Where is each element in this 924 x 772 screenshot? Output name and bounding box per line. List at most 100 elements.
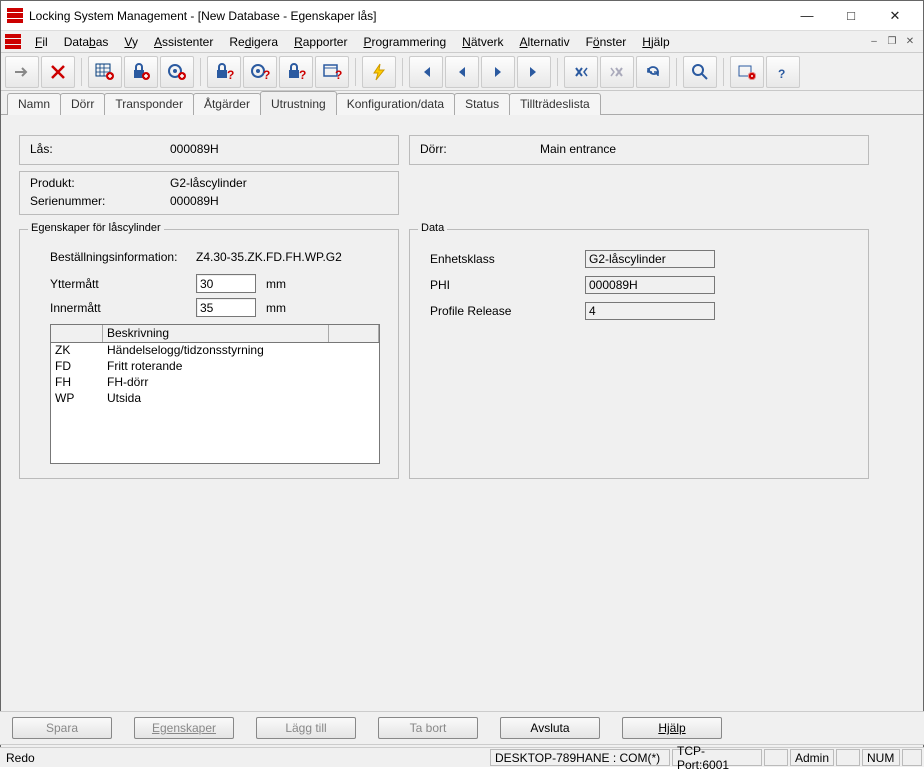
tb-cancel-icon[interactable]: [41, 56, 75, 88]
menu-item[interactable]: Programmering: [355, 33, 454, 51]
status-admin: Admin: [790, 749, 834, 766]
tb-flash-icon[interactable]: [362, 56, 396, 88]
tb-trans-add-icon[interactable]: [160, 56, 194, 88]
tb-cross-fwd-icon[interactable]: [600, 56, 634, 88]
tab-konfiguration/data[interactable]: Konfiguration/data: [336, 93, 455, 115]
prof-label: Profile Release: [430, 304, 511, 318]
menu-item[interactable]: Fönster: [578, 33, 635, 51]
menubar: FilDatabasVyAssistenterRedigeraRapporter…: [1, 31, 923, 53]
svg-text:?: ?: [335, 68, 342, 81]
panel-las: Lås: 000089H: [19, 135, 399, 165]
properties-grid[interactable]: Beskrivning ZKHändelselogg/tidzonsstyrni…: [50, 324, 380, 464]
enhet-label: Enhetsklass: [430, 252, 495, 266]
mdi-close-icon[interactable]: ✕: [902, 35, 918, 49]
button-row: Spara Egenskaper Lägg till Ta bort Avslu…: [0, 711, 924, 745]
close-button[interactable]: ✕: [873, 2, 917, 30]
inner-label: Innermått: [50, 301, 196, 315]
tb-login-icon[interactable]: [5, 56, 39, 88]
menu-item[interactable]: Vy: [116, 33, 146, 51]
toolbar: ? ? ? ? ?: [1, 53, 923, 91]
svg-text:?: ?: [227, 68, 234, 81]
tab-tillträdeslista[interactable]: Tillträdeslista: [509, 93, 601, 115]
grid-header-desc: Beskrivning: [103, 325, 329, 342]
tab-namn[interactable]: Namn: [7, 93, 61, 115]
mdi-minimize-icon[interactable]: –: [866, 35, 882, 49]
tb-next-icon[interactable]: [481, 56, 515, 88]
best-label: Beställningsinformation:: [50, 250, 177, 264]
svg-text:?: ?: [778, 67, 785, 81]
tb-grid-add-icon[interactable]: [88, 56, 122, 88]
phi-value: 000089H: [585, 276, 715, 294]
menu-item[interactable]: Fil: [27, 33, 56, 51]
dorr-value: Main entrance: [540, 142, 616, 156]
tab-strip: NamnDörrTransponderÅtgärderUtrustningKon…: [1, 91, 923, 115]
table-row[interactable]: WPUtsida: [51, 391, 379, 407]
exit-button[interactable]: Avsluta: [500, 717, 600, 739]
group-cylinder-title: Egenskaper för låscylinder: [28, 222, 164, 234]
svg-text:?: ?: [299, 68, 306, 81]
status-empty1: [764, 749, 788, 766]
best-value: Z4.30-35.ZK.FD.FH.WP.G2: [196, 250, 342, 264]
menu-item[interactable]: Databas: [56, 33, 117, 51]
properties-button[interactable]: Egenskaper: [134, 717, 234, 739]
panel-product: Produkt: G2-låscylinder Serienummer: 000…: [19, 171, 399, 215]
tb-prev-icon[interactable]: [445, 56, 479, 88]
ytter-unit: mm: [266, 277, 286, 291]
tab-transponder[interactable]: Transponder: [104, 93, 194, 115]
status-host: DESKTOP-789HANE : COM(*): [490, 749, 670, 766]
tb-settings-icon[interactable]: [730, 56, 764, 88]
window-title: Locking System Management - [New Databas…: [29, 9, 785, 23]
prof-value: 4: [585, 302, 715, 320]
titlebar: Locking System Management - [New Databas…: [1, 1, 923, 31]
tab-status[interactable]: Status: [454, 93, 510, 115]
remove-button[interactable]: Ta bort: [378, 717, 478, 739]
menu-item[interactable]: Rapporter: [286, 33, 355, 51]
tb-refresh-icon[interactable]: [636, 56, 670, 88]
tb-cross-back-icon[interactable]: [564, 56, 598, 88]
tb-trans-question-icon[interactable]: ?: [243, 56, 277, 88]
menu-item[interactable]: Assistenter: [146, 33, 221, 51]
serie-label: Serienummer:: [30, 194, 105, 208]
mdi-restore-icon[interactable]: ❐: [884, 35, 900, 49]
status-ready: Redo: [0, 751, 41, 765]
ytter-input[interactable]: [196, 274, 256, 293]
menu-item[interactable]: Hjälp: [634, 33, 677, 51]
tab-content: Lås: 000089H Dörr: Main entrance Produkt…: [1, 115, 923, 766]
tb-lock-question-icon[interactable]: ?: [207, 56, 241, 88]
group-data: Data Enhetsklass G2-låscylinder PHI 0000…: [409, 229, 869, 479]
add-button[interactable]: Lägg till: [256, 717, 356, 739]
tb-lock-add-icon[interactable]: [124, 56, 158, 88]
maximize-button[interactable]: □: [829, 2, 873, 30]
tb-lock-question2-icon[interactable]: ?: [279, 56, 313, 88]
inner-unit: mm: [266, 301, 286, 315]
menu-item[interactable]: Alternativ: [512, 33, 578, 51]
serie-value: 000089H: [170, 194, 219, 208]
tab-utrustning[interactable]: Utrustning: [260, 91, 337, 115]
tab-dörr[interactable]: Dörr: [60, 93, 105, 115]
las-value: 000089H: [170, 142, 219, 156]
help-button[interactable]: Hjälp: [622, 717, 722, 739]
statusbar: Redo DESKTOP-789HANE : COM(*) TCP-Port:6…: [0, 747, 924, 767]
phi-label: PHI: [430, 278, 450, 292]
inner-input[interactable]: [196, 298, 256, 317]
table-row[interactable]: FHFH-dörr: [51, 375, 379, 391]
produkt-label: Produkt:: [30, 176, 75, 190]
menu-item[interactable]: Redigera: [221, 33, 286, 51]
tb-last-icon[interactable]: [517, 56, 551, 88]
enhet-value: G2-låscylinder: [585, 250, 715, 268]
main-window: Locking System Management - [New Databas…: [0, 0, 924, 767]
menu-app-icon: [5, 34, 21, 50]
status-empty3: [902, 749, 922, 766]
tb-first-icon[interactable]: [409, 56, 443, 88]
save-button[interactable]: Spara: [12, 717, 112, 739]
status-empty2: [836, 749, 860, 766]
tb-search-icon[interactable]: [683, 56, 717, 88]
tb-window-question-icon[interactable]: ?: [315, 56, 349, 88]
svg-text:?: ?: [263, 68, 270, 81]
table-row[interactable]: ZKHändelselogg/tidzonsstyrning: [51, 343, 379, 359]
tab-åtgärder[interactable]: Åtgärder: [193, 93, 261, 115]
menu-item[interactable]: Nätverk: [454, 33, 511, 51]
minimize-button[interactable]: ―: [785, 2, 829, 30]
tb-help-icon[interactable]: ?: [766, 56, 800, 88]
table-row[interactable]: FDFritt roterande: [51, 359, 379, 375]
